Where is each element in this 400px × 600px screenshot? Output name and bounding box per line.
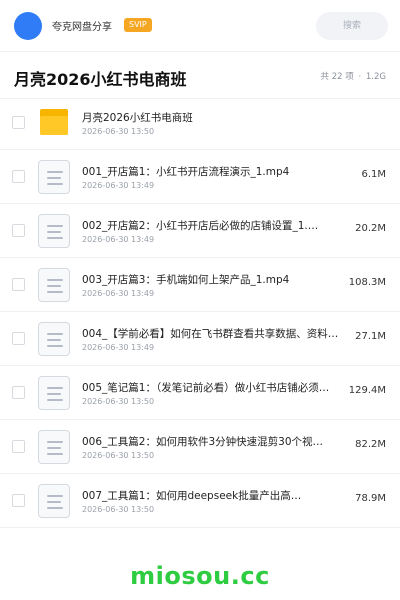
item-date: 2026-06-30 13:50 [82, 505, 155, 514]
file-icon [38, 430, 70, 464]
item-name: 005_笔记篇1：（发笔记前必看）做小红书店铺必须… [82, 382, 330, 394]
item-date: 2026-06-30 13:49 [82, 235, 155, 244]
list-item[interactable]: 004_【学前必看】如何在飞书群查看共享数据、资料… 2026-06-30 13… [0, 312, 400, 366]
watermark-logo: miosou.cc [130, 562, 270, 590]
item-size: 27.1M [355, 331, 386, 342]
item-size: 6.1M [361, 169, 386, 180]
row-checkbox[interactable] [12, 494, 25, 507]
svip-badge: SVIP [124, 18, 152, 32]
file-icon [38, 322, 70, 356]
item-name: 006_工具篇2：如何用软件3分钟快速混剪30个视… [82, 436, 324, 448]
list-item[interactable]: 005_笔记篇1：（发笔记前必看）做小红书店铺必须… 2026-06-30 13… [0, 366, 400, 420]
item-date: 2026-06-30 13:50 [82, 397, 155, 406]
brand-name: 夸克网盘分享 [52, 22, 112, 33]
item-name: 001_开店篇1：小红书开店流程演示_1.mp4 [82, 166, 290, 178]
item-size: 129.4M [348, 385, 386, 396]
file-icon [38, 214, 70, 248]
file-icon [38, 160, 70, 194]
item-date: 2026-06-30 13:49 [82, 181, 155, 190]
file-icon [38, 268, 70, 302]
search-input[interactable]: 搜索 [316, 12, 388, 40]
list-item[interactable]: 003_开店篇3：手机端如何上架产品_1.mp4 2026-06-30 13:4… [0, 258, 400, 312]
row-checkbox[interactable] [12, 170, 25, 183]
summary-separator: · [358, 72, 362, 82]
item-name: 002_开店篇2：小红书开店后必做的店铺设置_1.… [82, 220, 319, 232]
total-size: 1.2G [365, 72, 386, 82]
item-name: 004_【学前必看】如何在飞书群查看共享数据、资料… [82, 328, 339, 340]
list-item[interactable]: 002_开店篇2：小红书开店后必做的店铺设置_1.… 2026-06-30 13… [0, 204, 400, 258]
item-size: 82.2M [355, 439, 386, 450]
item-size: 78.9M [355, 493, 386, 504]
item-name: 003_开店篇3：手机端如何上架产品_1.mp4 [82, 274, 290, 286]
row-checkbox[interactable] [12, 116, 25, 129]
item-date: 2026-06-30 13:49 [82, 289, 155, 298]
row-checkbox[interactable] [12, 440, 25, 453]
item-date: 2026-06-30 13:50 [82, 127, 155, 136]
item-size: 108.3M [348, 277, 386, 288]
file-list: 月亮2026小红书电商班 2026-06-30 13:50 001_开店篇1：小… [0, 96, 400, 528]
row-checkbox[interactable] [12, 224, 25, 237]
row-checkbox[interactable] [12, 332, 25, 345]
folder-summary: 共 22 项 · 1.2G [321, 70, 386, 82]
row-checkbox[interactable] [12, 386, 25, 399]
list-item[interactable]: 月亮2026小红书电商班 2026-06-30 13:50 [0, 96, 400, 150]
item-name: 月亮2026小红书电商班 [82, 112, 193, 124]
file-icon [38, 376, 70, 410]
avatar[interactable] [14, 12, 42, 40]
folder-icon [38, 106, 70, 140]
page-title: 月亮2026小红书电商班 [14, 70, 187, 89]
file-icon [38, 484, 70, 518]
list-item[interactable]: 007_工具篇1：如何用deepseek批量产出高… 2026-06-30 13… [0, 474, 400, 528]
item-date: 2026-06-30 13:49 [82, 343, 155, 352]
item-size: 20.2M [355, 223, 386, 234]
item-count: 共 22 项 [320, 72, 354, 82]
list-item[interactable]: 001_开店篇1：小红书开店流程演示_1.mp4 2026-06-30 13:4… [0, 150, 400, 204]
item-date: 2026-06-30 13:50 [82, 451, 155, 460]
list-item[interactable]: 006_工具篇2：如何用软件3分钟快速混剪30个视… 2026-06-30 13… [0, 420, 400, 474]
row-checkbox[interactable] [12, 278, 25, 291]
folder-header: 月亮2026小红书电商班 共 22 项 · 1.2G [0, 52, 400, 99]
item-name: 007_工具篇1：如何用deepseek批量产出高… [82, 490, 302, 502]
top-bar: 夸克网盘分享 SVIP 搜索 [0, 0, 400, 52]
